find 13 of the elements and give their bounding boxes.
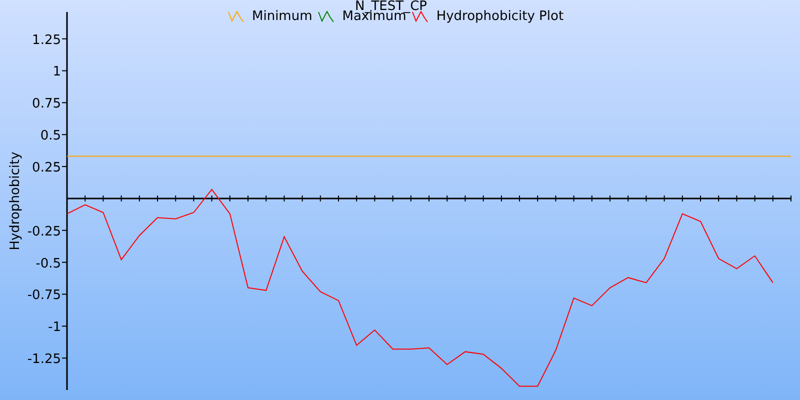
y-tick-label: -1 [48, 320, 61, 336]
y-tick-label: -0.75 [27, 288, 61, 304]
y-tick-label: -0.5 [36, 256, 61, 272]
y-tick-label: -0.25 [27, 224, 61, 240]
y-tick-label: 1 [52, 64, 61, 80]
y-tick-label: 1.25 [32, 32, 61, 48]
legend-label: Hydrophobicity Plot [436, 9, 564, 24]
legend-label: Minimum [252, 9, 312, 24]
y-tick-label: 0.75 [32, 96, 61, 112]
y-tick-label: -1.25 [27, 352, 61, 368]
y-tick-label: 0.5 [40, 128, 61, 144]
y-axis-label: Hydrophobicity [8, 152, 23, 250]
y-tick-label: 0.25 [32, 160, 61, 176]
